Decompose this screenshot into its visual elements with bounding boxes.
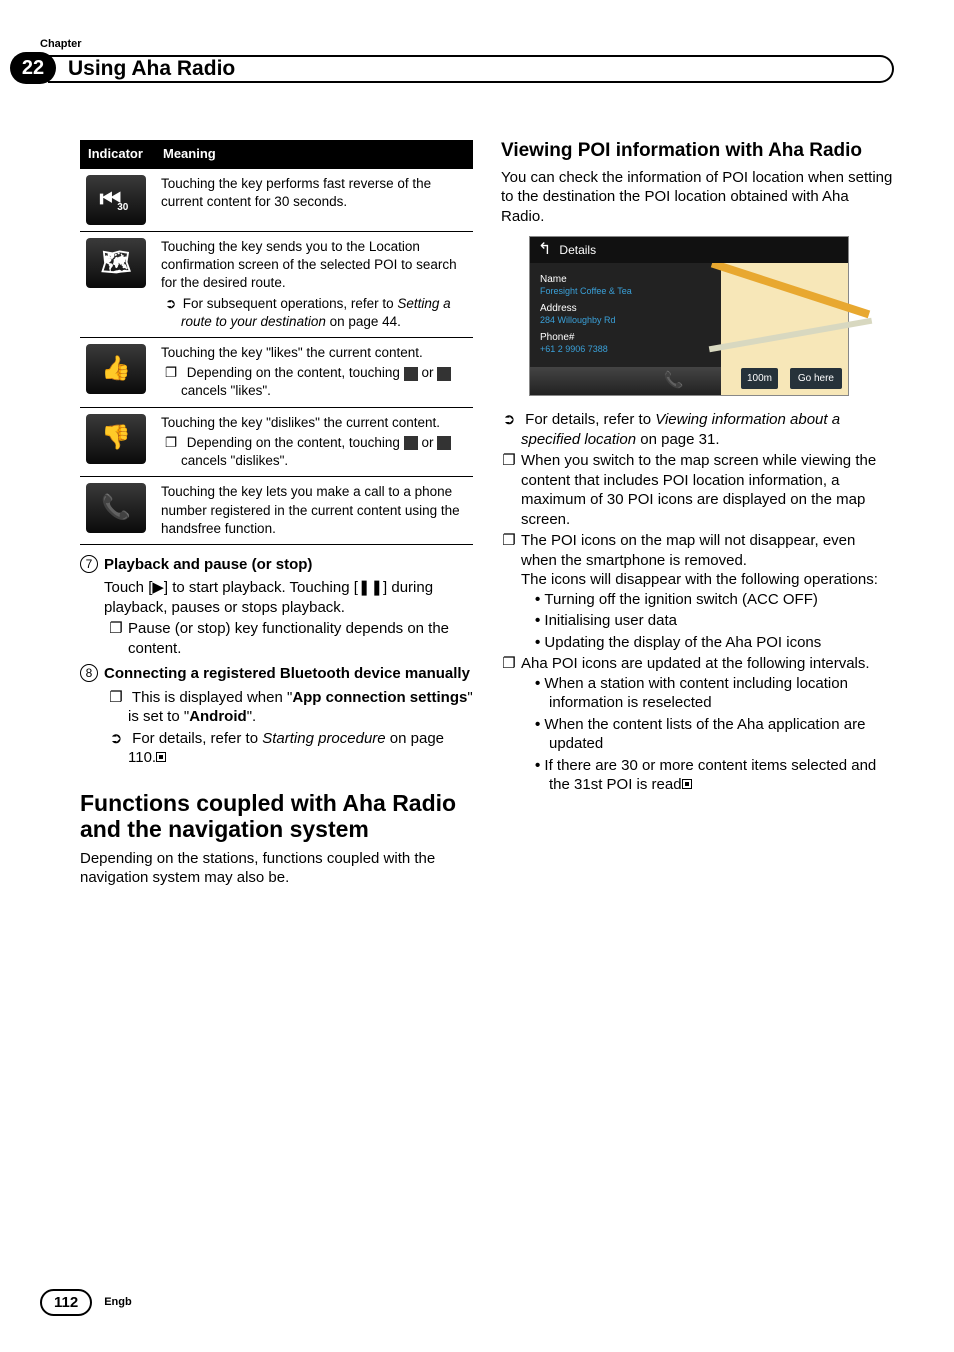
table-row: 🗺 Touching the key sends you to the Loca…: [80, 231, 473, 337]
end-section-icon: [156, 752, 166, 762]
indicator-table: Indicator Meaning ⏮30 Touching the key p…: [80, 140, 473, 545]
section-body: You can check the information of POI loc…: [501, 168, 894, 227]
end-section-icon: [682, 779, 692, 789]
table-head-meaning: Meaning: [155, 140, 473, 169]
circled-number-8: 8: [80, 664, 98, 682]
circled-number-7: 7: [80, 555, 98, 573]
item-reference: ➲ For details, refer to Starting procedu…: [80, 729, 473, 768]
details-title: Details: [559, 243, 596, 259]
note-line: ❐When you switch to the map screen while…: [501, 451, 894, 529]
section-heading-viewing-poi: Viewing POI information with Aha Radio: [501, 140, 894, 162]
back-icon: ↰: [538, 240, 551, 261]
item-title: Connecting a registered Bluetooth device…: [104, 665, 470, 682]
item-note: ❐Pause (or stop) key functionality depen…: [80, 619, 473, 658]
section-body: Depending on the stations, functions cou…: [80, 849, 473, 888]
note-marker-icon: ❐: [501, 451, 517, 471]
map-distance: 100m: [741, 368, 778, 389]
map-pin-icon: 🗺: [86, 238, 146, 288]
name-value: Foresight Coffee & Tea: [540, 286, 711, 298]
table-row: ⏮30 Touching the key performs fast rever…: [80, 169, 473, 232]
indicator-meaning: Touching the key "dislikes" the current …: [155, 407, 473, 477]
note-marker-icon: ❐: [108, 619, 124, 639]
chapter-title: Using Aha Radio: [68, 55, 235, 82]
list-item: If there are 30 or more content items se…: [501, 756, 894, 795]
note-marker-icon: ❐: [501, 654, 517, 674]
dislike-small-icon: [437, 367, 451, 381]
chapter-title-bar: Using Aha Radio: [48, 55, 894, 83]
reference-arrow-icon: ➲: [108, 729, 124, 749]
page-footer: 112 Engb: [40, 1289, 132, 1317]
indicator-meaning: Touching the key lets you make a call to…: [155, 477, 473, 545]
like-small-icon: [404, 436, 418, 450]
thumbs-down-icon: 👎: [86, 414, 146, 464]
indicator-meaning: Touching the key "likes" the current con…: [155, 337, 473, 407]
bullet-list: Turning off the ignition switch (ACC OFF…: [501, 590, 894, 653]
phone-value: +61 2 9906 7388: [540, 344, 711, 356]
indicator-meaning: Touching the key sends you to the Locati…: [155, 231, 473, 337]
note-line: ❐Aha POI icons are updated at the follow…: [501, 654, 894, 674]
indicator-meaning: Touching the key performs fast reverse o…: [155, 169, 473, 232]
reference-arrow-icon: ➲: [165, 295, 179, 313]
list-item: Updating the display of the Aha POI icon…: [501, 633, 894, 653]
item-note: ❐ This is displayed when "App connection…: [80, 688, 473, 727]
list-item-7: 7 Playback and pause (or stop): [80, 555, 473, 575]
table-row: 👍 Touching the key "likes" the current c…: [80, 337, 473, 407]
list-item: Initialising user data: [501, 611, 894, 631]
list-item-8: 8 Connecting a registered Bluetooth devic…: [80, 664, 473, 684]
poi-details-screenshot: ▣ Map 100m Go here ↰ Details Name Foresi…: [529, 236, 849, 396]
address-label: Address: [540, 302, 711, 315]
reference-line: ➲ For details, refer to Viewing informat…: [501, 410, 894, 449]
chapter-number-badge: 22: [10, 52, 56, 84]
list-item: Turning off the ignition switch (ACC OFF…: [501, 590, 894, 610]
bullet-list: When a station with content including lo…: [501, 674, 894, 795]
note-marker-icon: ❐: [501, 531, 517, 551]
table-row: 👎 Touching the key "dislikes" the curren…: [80, 407, 473, 477]
table-row: 📞 Touching the key lets you make a call …: [80, 477, 473, 545]
note-marker-icon: ❐: [165, 434, 179, 452]
chapter-label: Chapter: [40, 37, 82, 51]
note-continuation: The icons will disappear with the follow…: [501, 570, 894, 590]
note-line: ❐The POI icons on the map will not disap…: [501, 531, 894, 570]
item-body: Touch [▶] to start playback. Touching [❚…: [80, 578, 473, 617]
phone-icon: 📞: [664, 371, 684, 392]
like-small-icon: [404, 367, 418, 381]
page-content: Indicator Meaning ⏮30 Touching the key p…: [80, 140, 894, 1252]
go-here-button: Go here: [790, 368, 842, 389]
phone-label: Phone#: [540, 331, 711, 344]
page-number: 112: [40, 1289, 92, 1317]
reference-arrow-icon: ➲: [501, 410, 517, 430]
note-marker-icon: ❐: [165, 364, 179, 382]
section-heading-functions: Functions coupled with Aha Radio and the…: [80, 790, 473, 843]
rewind-30-icon: ⏮30: [86, 175, 146, 225]
item-title: Playback and pause (or stop): [104, 556, 312, 573]
note-marker-icon: ❐: [108, 688, 124, 708]
list-item: When the content lists of the Aha applic…: [501, 715, 894, 754]
address-value: 284 Willoughby Rd: [540, 315, 711, 327]
list-item: When a station with content including lo…: [501, 674, 894, 713]
dislike-small-icon: [437, 436, 451, 450]
thumbs-up-icon: 👍: [86, 344, 146, 394]
phone-call-icon: 📞: [86, 483, 146, 533]
name-label: Name: [540, 273, 711, 286]
language-label: Engb: [104, 1295, 132, 1309]
table-head-indicator: Indicator: [80, 140, 155, 169]
